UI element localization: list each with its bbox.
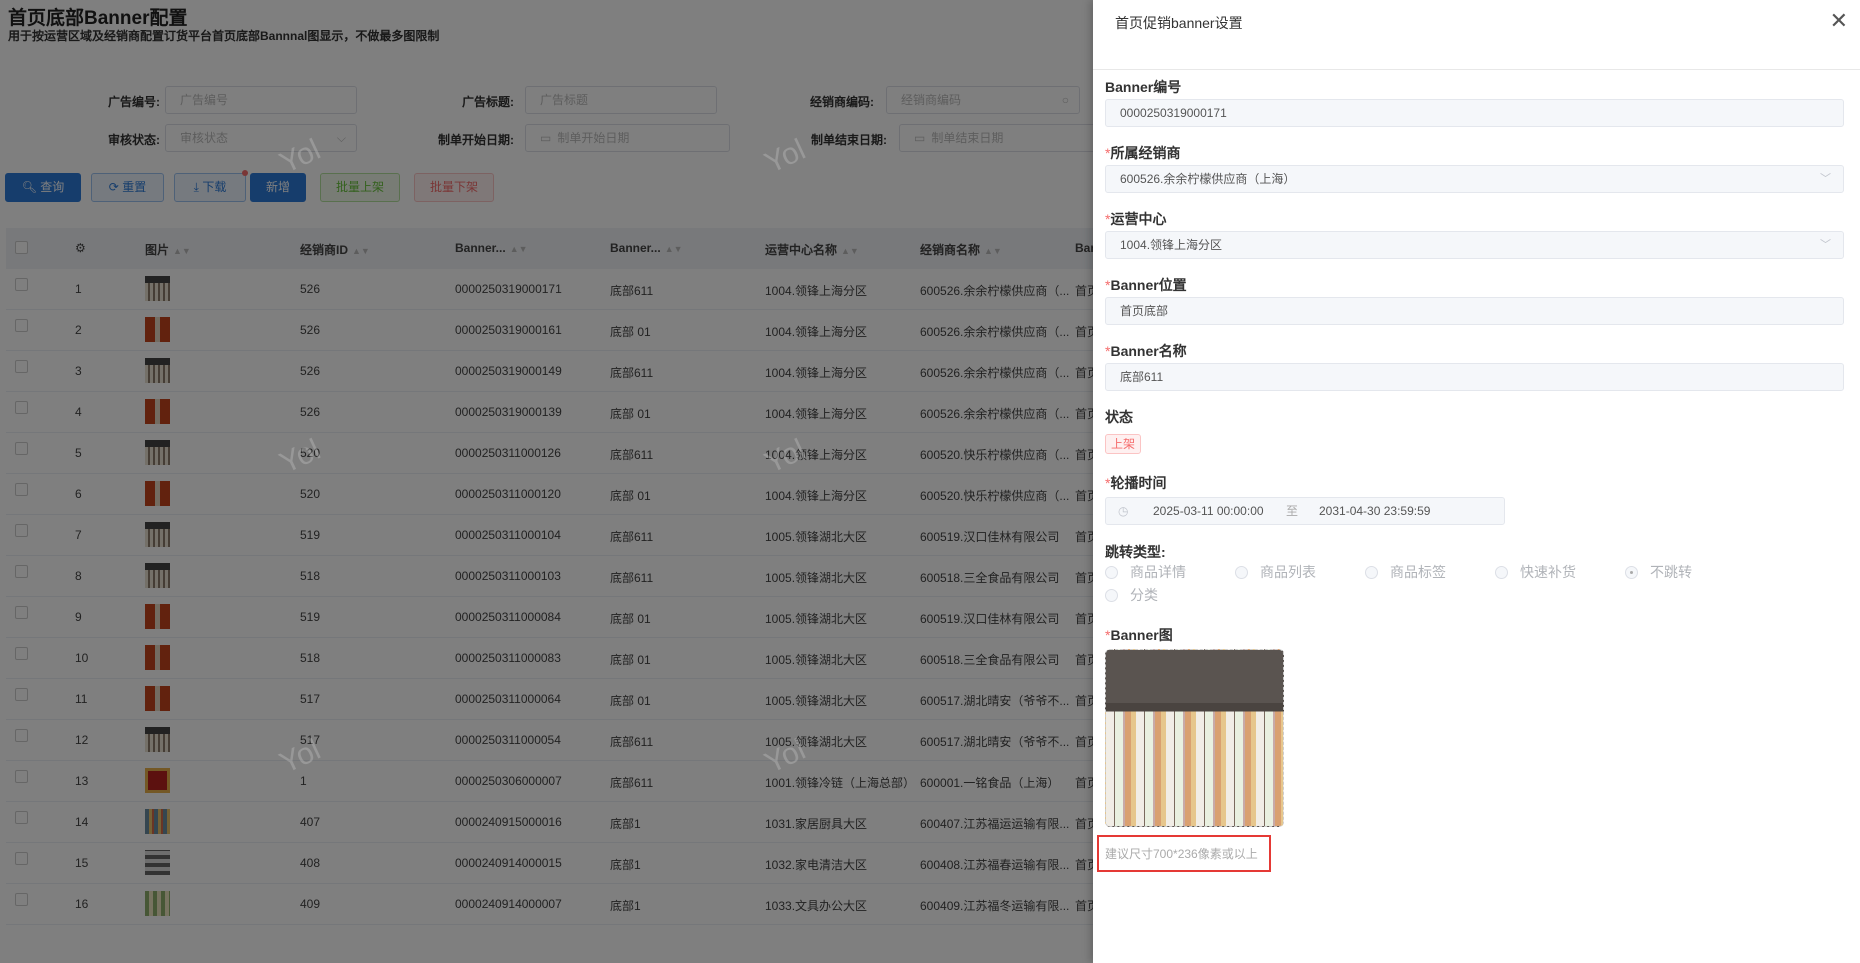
radio-circle-icon: [1105, 566, 1118, 579]
jump-type-label: 跳转类型:: [1105, 544, 1166, 560]
radio-label: 快速补货: [1520, 564, 1576, 580]
close-icon[interactable]: ✕: [1830, 8, 1848, 34]
radio-label: 商品详情: [1130, 564, 1186, 580]
radio-circle-icon: [1495, 566, 1508, 579]
radio-circle-icon: [1235, 566, 1248, 579]
jump-type-radio[interactable]: 快速补货: [1495, 562, 1576, 582]
banner-no-label: Banner编号: [1105, 79, 1182, 95]
status-label: 状态: [1105, 409, 1133, 425]
banner-no-field[interactable]: 0000250319000171: [1105, 99, 1844, 127]
radio-label: 不跳转: [1650, 564, 1692, 580]
radio-label: 分类: [1130, 587, 1158, 603]
banner-settings-drawer: 首页促销banner设置 ✕ Banner编号 0000250319000171…: [1093, 0, 1860, 963]
jump-type-radio[interactable]: 商品列表: [1235, 562, 1316, 582]
center-value: 1004.领锋上海分区: [1120, 238, 1223, 252]
time-range-picker[interactable]: ◷ 2025-03-11 00:00:00 至 2031-04-30 23:59…: [1105, 497, 1505, 525]
banner-image[interactable]: [1105, 649, 1284, 827]
banner-image-label: *Banner图: [1105, 627, 1173, 643]
chevron-down-icon: ﹀: [1820, 173, 1831, 185]
center-select[interactable]: 1004.领锋上海分区 ﹀: [1105, 231, 1844, 259]
status-badge: 上架: [1105, 434, 1142, 454]
radio-label: 商品列表: [1260, 564, 1316, 580]
jump-type-radio[interactable]: 商品详情: [1105, 562, 1186, 582]
name-field[interactable]: 底部611: [1105, 363, 1844, 391]
time-start[interactable]: 2025-03-11 00:00:00: [1153, 498, 1264, 524]
jump-type-radio[interactable]: 不跳转: [1625, 562, 1692, 582]
drawer-title: 首页促销banner设置: [1115, 15, 1243, 31]
time-separator: 至: [1286, 504, 1299, 518]
radio-circle-icon: [1105, 589, 1118, 602]
dealer-value: 600526.余余柠檬供应商（上海）: [1120, 172, 1296, 186]
name-label: *Banner名称: [1105, 343, 1187, 359]
center-label: *运营中心: [1105, 211, 1167, 227]
position-field[interactable]: 首页底部: [1105, 297, 1844, 325]
radio-circle-icon: [1365, 566, 1378, 579]
time-end[interactable]: 2031-04-30 23:59:59: [1319, 498, 1430, 524]
modal-overlay[interactable]: [0, 0, 1093, 963]
position-label: *Banner位置: [1105, 277, 1187, 293]
chevron-down-icon: ﹀: [1820, 239, 1831, 251]
radio-label: 商品标签: [1390, 564, 1446, 580]
jump-type-radio[interactable]: 分类: [1105, 585, 1158, 605]
app: 首页底部Banner配置 用于按运营区域及经销商配置订货平台首页底部Bannna…: [0, 0, 1860, 963]
divider: [1093, 69, 1860, 70]
time-label: *轮播时间: [1105, 475, 1167, 491]
dealer-label: *所属经销商: [1105, 145, 1181, 161]
clock-icon: ◷: [1118, 504, 1129, 518]
dealer-select[interactable]: 600526.余余柠檬供应商（上海） ﹀: [1105, 165, 1844, 193]
image-size-hint: 建议尺寸700*236像素或以上: [1097, 835, 1271, 872]
jump-type-radio[interactable]: 商品标签: [1365, 562, 1446, 582]
radio-circle-icon: [1625, 566, 1638, 579]
